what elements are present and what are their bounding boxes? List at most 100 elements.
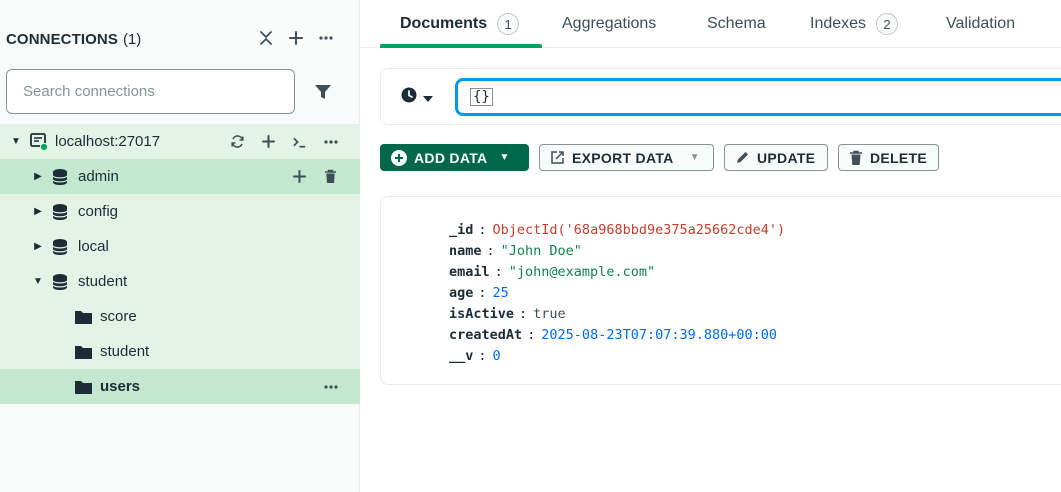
field-value[interactable]: "John Doe" (501, 243, 582, 259)
connections-header: CONNECTIONS (1) (6, 26, 346, 52)
folder-icon (74, 379, 93, 395)
database-icon (51, 168, 69, 186)
field-value[interactable]: 0 (493, 348, 501, 364)
add-data-button[interactable]: ADD DATA ▼ (380, 144, 529, 171)
field-value[interactable]: 25 (493, 285, 509, 301)
connections-title: CONNECTIONS (6, 30, 118, 48)
field-separator: : (519, 305, 528, 322)
tab-aggregations[interactable]: Aggregations (562, 0, 656, 48)
folder-icon (74, 344, 93, 360)
sidebar: CONNECTIONS (1) ▼ (0, 0, 360, 492)
active-tab-indicator (380, 44, 542, 48)
delete-label: DELETE (870, 149, 928, 166)
document-field: name: "John Doe" (449, 240, 785, 261)
query-filter-input[interactable]: {} (455, 78, 1061, 116)
document-field: createdAt: 2025-08-23T07:07:39.880+00:00 (449, 324, 785, 345)
field-key: isActive (449, 305, 515, 322)
trash-icon (849, 150, 863, 166)
folder-icon (74, 309, 93, 325)
database-icon (51, 238, 69, 256)
tree-collection-score[interactable]: score (0, 299, 360, 334)
caret-down-icon[interactable]: ▼ (10, 136, 22, 148)
caret-right-icon[interactable]: ▶ (32, 241, 44, 253)
database-actions (292, 168, 338, 186)
tab-label: Validation (946, 15, 1016, 32)
tab-schema[interactable]: Schema (707, 0, 766, 48)
refresh-icon[interactable] (230, 133, 245, 151)
connection-more-icon[interactable] (323, 133, 338, 151)
export-icon (550, 150, 565, 165)
connection-label: localhost:27017 (55, 133, 161, 150)
database-label: config (78, 203, 119, 220)
document-card[interactable]: _id: ObjectId('68a968bbd9e375a25662cde4'… (380, 196, 1061, 385)
clock-icon (401, 87, 417, 108)
indexes-count-badge: 2 (876, 13, 899, 35)
tree-connection-localhost[interactable]: ▼ localhost:27017 (0, 124, 360, 159)
caret-down-icon: ▼ (689, 152, 700, 163)
database-icon (51, 273, 69, 291)
database-icon (51, 203, 69, 221)
field-value[interactable]: "john@example.com" (509, 264, 655, 280)
caret-down-icon[interactable]: ▼ (32, 276, 44, 288)
tab-validation[interactable]: Validation (946, 0, 1015, 48)
tree-database-config[interactable]: ▶ config (0, 194, 360, 229)
tab-label: Indexes (810, 15, 867, 32)
caret-right-icon[interactable]: ▶ (32, 171, 44, 183)
plus-circle-icon (391, 149, 407, 166)
database-label: admin (78, 168, 119, 185)
filter-icon[interactable] (311, 80, 335, 104)
tree-database-student[interactable]: ▼ student (0, 264, 360, 299)
export-data-button[interactable]: EXPORT DATA ▼ (539, 144, 714, 171)
field-separator: : (478, 347, 487, 364)
ellipsis-icon[interactable] (318, 28, 334, 48)
shell-icon[interactable] (292, 133, 307, 151)
update-label: UPDATE (757, 149, 816, 166)
field-value[interactable]: ObjectId('68a968bbd9e375a25662cde4') (493, 222, 786, 238)
add-connection-icon[interactable] (288, 28, 304, 48)
field-value[interactable]: true (533, 306, 566, 322)
export-data-label: EXPORT DATA (572, 149, 674, 166)
server-icon (29, 132, 49, 152)
documents-toolbar: ADD DATA ▼ EXPORT DATA ▼ UPDATE DELETE (380, 144, 939, 172)
tab-label: Schema (707, 15, 766, 32)
field-key: __v (449, 347, 474, 364)
field-key: _id (449, 221, 474, 238)
database-label: student (78, 273, 128, 290)
add-database-icon[interactable] (261, 133, 276, 151)
collection-more-icon[interactable] (323, 378, 338, 396)
add-collection-icon[interactable] (292, 168, 307, 186)
tab-label: Aggregations (562, 15, 657, 32)
connection-actions (230, 133, 338, 151)
field-separator: : (478, 284, 487, 301)
tree-database-local[interactable]: ▶ local (0, 229, 360, 264)
tree-collection-users[interactable]: users (0, 369, 360, 404)
field-key: age (449, 284, 474, 301)
search-connections-field[interactable] (6, 69, 295, 114)
document-field: __v: 0 (449, 345, 785, 366)
trash-icon[interactable] (323, 168, 338, 186)
update-button[interactable]: UPDATE (724, 144, 828, 171)
search-connections-input[interactable] (23, 83, 294, 100)
collection-label: student (100, 343, 150, 360)
query-text: {} (470, 88, 493, 106)
field-key: createdAt (449, 326, 523, 343)
query-history-button[interactable] (401, 87, 433, 108)
field-separator: : (486, 242, 495, 259)
collection-tabs: Documents 1 Aggregations Schema Indexes … (361, 0, 1061, 48)
database-label: local (78, 238, 109, 255)
delete-button[interactable]: DELETE (838, 144, 939, 171)
document-fields: _id: ObjectId('68a968bbd9e375a25662cde4'… (449, 219, 785, 366)
tree-database-admin[interactable]: ▶ admin (0, 159, 360, 194)
field-value[interactable]: 2025-08-23T07:07:39.880+00:00 (541, 327, 777, 343)
caret-down-icon: ▼ (499, 152, 510, 163)
add-data-label: ADD DATA (414, 149, 488, 166)
tree-collection-student[interactable]: student (0, 334, 360, 369)
collapse-icon[interactable] (258, 28, 274, 48)
field-separator: : (494, 263, 503, 280)
caret-right-icon[interactable]: ▶ (32, 206, 44, 218)
tab-documents[interactable]: Documents 1 (400, 0, 520, 48)
document-field: email: "john@example.com" (449, 261, 785, 282)
tab-indexes[interactable]: Indexes 2 (810, 0, 899, 48)
collection-actions (323, 378, 338, 396)
collection-label: score (100, 308, 137, 325)
